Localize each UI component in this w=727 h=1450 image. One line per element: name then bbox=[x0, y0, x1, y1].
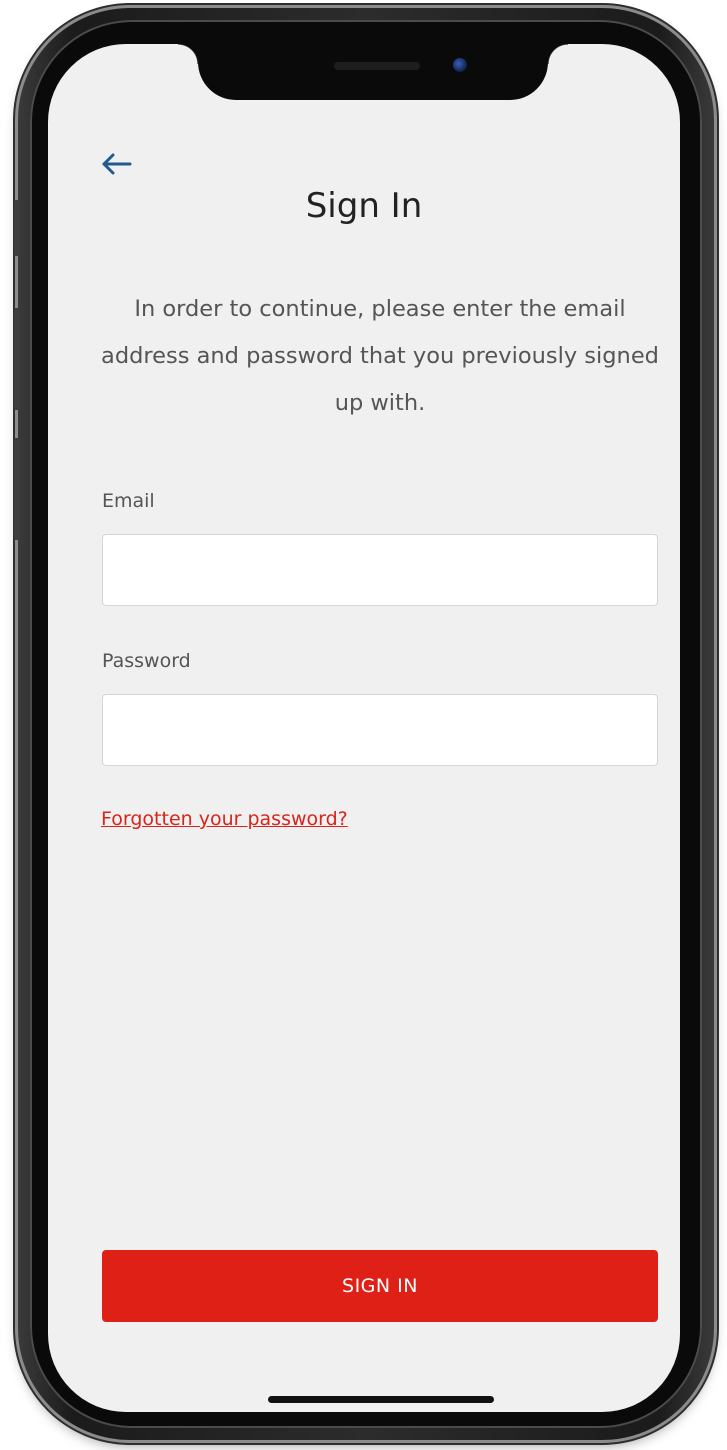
email-field[interactable] bbox=[102, 534, 658, 606]
password-field[interactable] bbox=[102, 694, 658, 766]
back-button[interactable] bbox=[100, 152, 136, 182]
silent-switch bbox=[14, 200, 20, 256]
sign-in-instructions: In order to continue, please enter the e… bbox=[101, 296, 659, 416]
app-screen: Sign In In order to continue, please ent… bbox=[48, 44, 680, 1412]
page-title: Sign In bbox=[305, 186, 423, 226]
email-label: Email bbox=[102, 490, 155, 512]
back-arrow-icon bbox=[100, 152, 136, 176]
home-indicator bbox=[268, 1396, 494, 1403]
volume-up-button bbox=[14, 308, 20, 410]
sign-in-button[interactable]: SIGN IN bbox=[102, 1250, 658, 1322]
forgot-password-link[interactable]: Forgotten your password? bbox=[101, 808, 348, 830]
password-label: Password bbox=[102, 650, 191, 672]
earpiece-speaker bbox=[334, 62, 420, 70]
volume-down-button bbox=[14, 438, 20, 540]
device-notch bbox=[178, 44, 568, 100]
front-camera bbox=[453, 58, 467, 72]
